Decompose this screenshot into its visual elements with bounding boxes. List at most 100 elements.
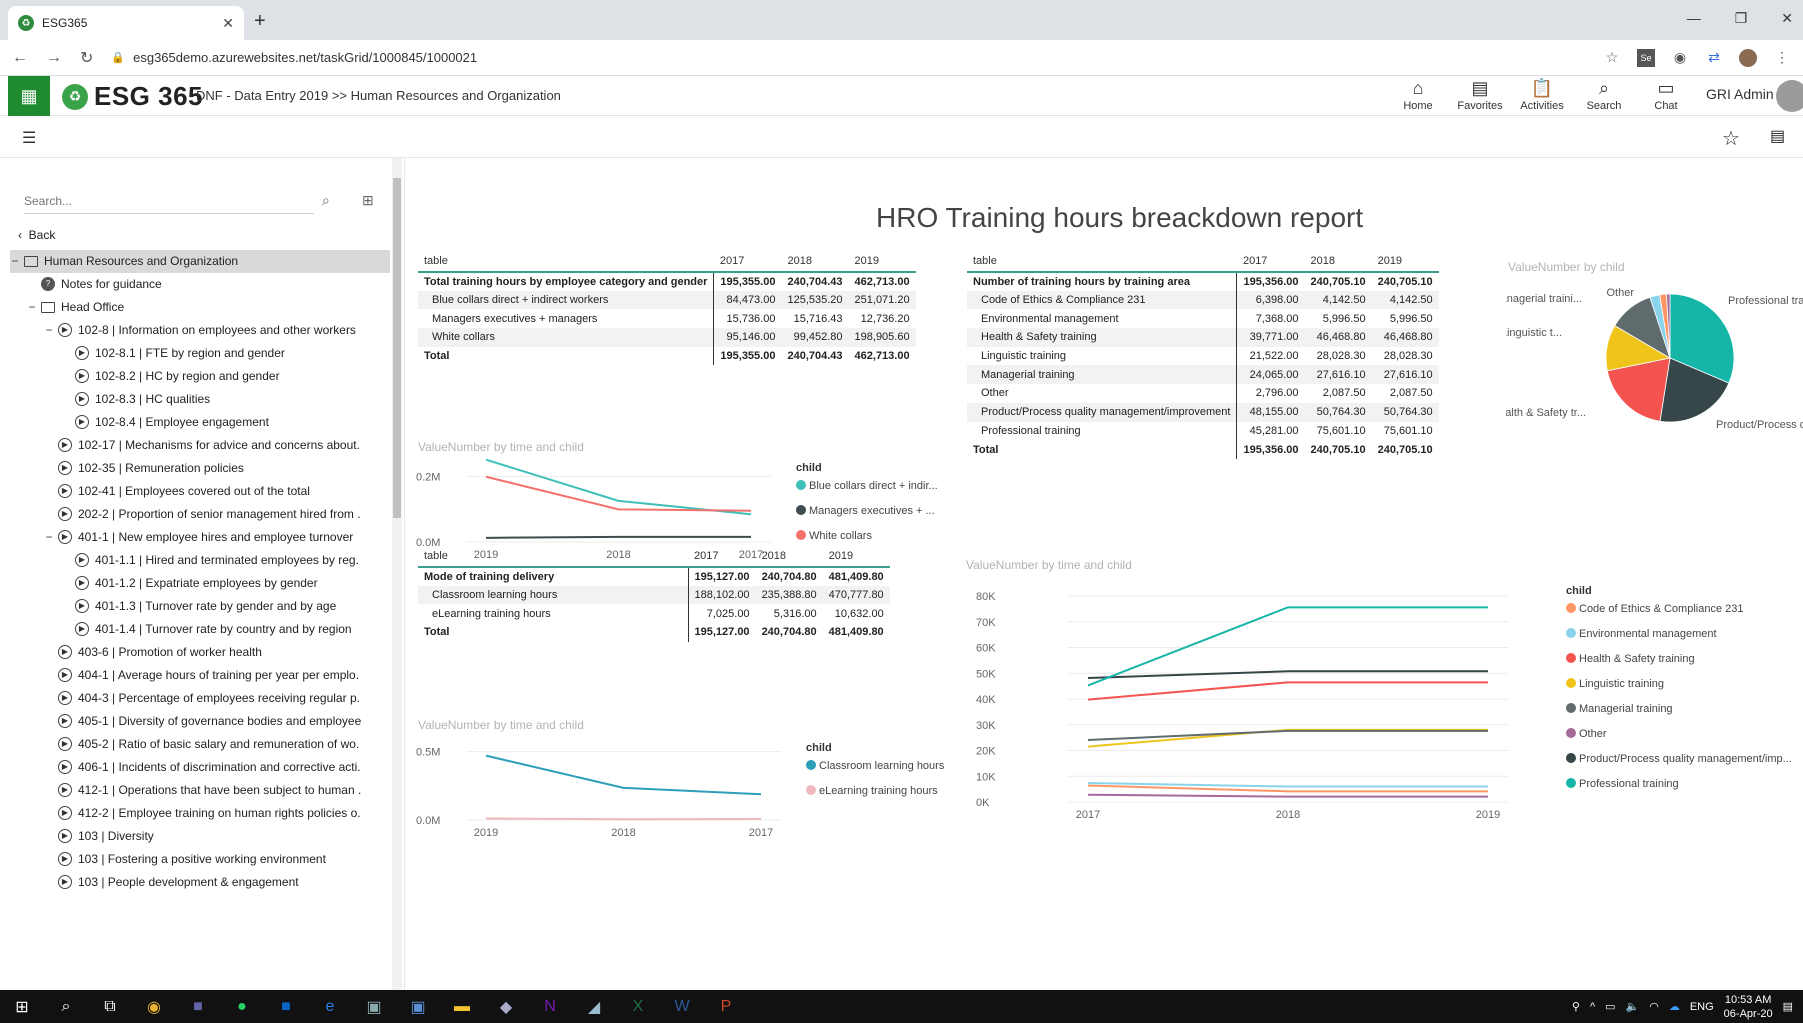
tree-item[interactable]: ▶ 405-2 | Ratio of basic salary and remun… xyxy=(10,733,390,756)
language-indicator[interactable]: ENG xyxy=(1690,1001,1714,1013)
restore-icon[interactable]: ❐ xyxy=(1735,10,1748,27)
user-name[interactable]: GRI Admin xyxy=(1706,86,1774,102)
back-arrow-icon[interactable]: ← xyxy=(12,49,28,67)
tree-item[interactable]: ? Notes for guidance xyxy=(10,273,390,296)
sidebar-scroll-thumb[interactable] xyxy=(393,178,401,518)
tree-item[interactable]: ▶ 412-1 | Operations that have been subje… xyxy=(10,779,390,802)
list-menu-icon[interactable]: ☰ xyxy=(22,128,36,148)
tree-item[interactable]: ▶ 102-8.1 | FTE by region and gender xyxy=(10,342,390,365)
teams-icon[interactable]: ■ xyxy=(176,990,220,1023)
tree-item[interactable]: ▶ 406-1 | Incidents of discrimination and… xyxy=(10,756,390,779)
tree-item[interactable]: ▶ 401-1.3 | Turnover rate by gender and b… xyxy=(10,595,390,618)
table-header[interactable]: 2019 xyxy=(1371,250,1439,273)
tree-item[interactable]: ▶ 405-1 | Diversity of governance bodies … xyxy=(10,710,390,733)
windows-start-icon[interactable]: ⊞ xyxy=(0,990,44,1023)
table-header[interactable]: 2018 xyxy=(781,250,849,273)
people-icon[interactable]: ⚲ xyxy=(1572,1000,1580,1013)
edge-icon[interactable]: e xyxy=(308,990,352,1023)
tree-expander-icon[interactable]: − xyxy=(44,526,54,549)
avatar[interactable] xyxy=(1776,80,1803,112)
onedrive-icon[interactable]: ☁ xyxy=(1669,1000,1680,1013)
tree-item[interactable]: ▶ 102-8.2 | HC by region and gender xyxy=(10,365,390,388)
chrome-icon[interactable]: ◉ xyxy=(132,990,176,1023)
task-view-icon[interactable]: ⧉ xyxy=(88,990,132,1023)
tree-folder[interactable]: − Head Office xyxy=(10,296,390,319)
search-icon[interactable]: ⌕ xyxy=(322,192,330,209)
logo[interactable]: ♻ ESG 365 xyxy=(62,81,203,112)
tree-item[interactable]: ▶ 401-1.2 | Expatriate employees by gende… xyxy=(10,572,390,595)
table-header[interactable]: 2017 xyxy=(1236,250,1305,273)
tree-expander-icon[interactable]: − xyxy=(10,250,20,273)
url-field[interactable]: 🔒 esg365demo.azurewebsites.net/taskGrid/… xyxy=(111,50,1585,65)
app-icon-3[interactable]: ◆ xyxy=(484,990,528,1023)
nav-favorites[interactable]: ▤ Favorites xyxy=(1456,78,1504,112)
wifi-icon[interactable]: ◠ xyxy=(1649,1000,1659,1013)
search-input[interactable] xyxy=(24,193,264,208)
tree-folder[interactable]: − Human Resources and Organization xyxy=(10,250,390,273)
close-window-icon[interactable]: ✕ xyxy=(1781,10,1793,27)
profile-avatar-icon[interactable] xyxy=(1739,48,1757,67)
tree-item[interactable]: ▶ 401-1.1 | Hired and terminated employee… xyxy=(10,549,390,572)
tree-item[interactable]: ▶ 202-2 | Proportion of senior management… xyxy=(10,503,390,526)
tree-item[interactable]: ▶ 403-6 | Promotion of worker health xyxy=(10,641,390,664)
tree-item[interactable]: ▶ 404-1 | Average hours of training per y… xyxy=(10,664,390,687)
nav-search[interactable]: ⌕ Search xyxy=(1580,78,1628,112)
minimize-icon[interactable]: — xyxy=(1687,10,1701,27)
windows-search-icon[interactable]: ⌕ xyxy=(44,990,88,1023)
app-launcher-icon[interactable]: ▦ xyxy=(8,76,50,116)
powerpoint-icon[interactable]: P xyxy=(704,990,748,1023)
table-header[interactable]: table xyxy=(967,250,1237,273)
onenote-icon[interactable]: N xyxy=(528,990,572,1023)
volume-icon[interactable]: 🔈 xyxy=(1626,1000,1640,1013)
nav-home[interactable]: ⌂ Home xyxy=(1394,78,1442,112)
outlook-icon[interactable]: ■ xyxy=(264,990,308,1023)
battery-icon[interactable]: ▭ xyxy=(1605,1000,1615,1013)
extension-se-icon[interactable]: Se xyxy=(1637,48,1655,67)
play-circle-icon: ▶ xyxy=(58,829,72,843)
table-header[interactable]: 2019 xyxy=(848,250,916,273)
table-header[interactable]: 2018 xyxy=(1304,250,1372,273)
tree-item[interactable]: ▶ 102-8.4 | Employee engagement xyxy=(10,411,390,434)
chrome-menu-icon[interactable]: ⋮ xyxy=(1773,49,1791,67)
table-header[interactable]: 2017 xyxy=(713,250,782,273)
reload-icon[interactable]: ↻ xyxy=(80,48,93,68)
tree-item[interactable]: ▶ 102-17 | Mechanisms for advice and conc… xyxy=(10,434,390,457)
tree-item[interactable]: − ▶ 102-8 | Information on employees and o… xyxy=(10,319,390,342)
bookmark-star-icon[interactable]: ☆ xyxy=(1603,49,1621,67)
tree-item[interactable]: ▶ 404-3 | Percentage of employees receivi… xyxy=(10,687,390,710)
tray-chevron-icon[interactable]: ^ xyxy=(1590,1001,1595,1013)
extension-translate-icon[interactable]: ⇄ xyxy=(1705,49,1723,67)
nav-chat[interactable]: ▭ Chat xyxy=(1642,78,1690,112)
tree-item[interactable]: ▶ 102-41 | Employees covered out of the t… xyxy=(10,480,390,503)
tree-expander-icon[interactable]: − xyxy=(44,319,54,342)
file-explorer-icon[interactable]: ▬ xyxy=(440,990,484,1023)
tree-item[interactable]: ▶ 102-8.3 | HC qualities xyxy=(10,388,390,411)
tree-expander-icon[interactable]: − xyxy=(27,296,37,319)
notifications-icon[interactable]: ▤ xyxy=(1783,1000,1793,1013)
tree-item[interactable]: ▶ 102-35 | Remuneration policies xyxy=(10,457,390,480)
browser-tab[interactable]: ♻ ESG365 ✕ xyxy=(8,6,244,40)
add-to-screen-icon[interactable]: ⊞ xyxy=(362,192,374,209)
tree-item[interactable]: ▶ 103 | Diversity xyxy=(10,825,390,848)
clock[interactable]: 10:53 AM 06-Apr-20 xyxy=(1724,993,1773,1021)
word-icon[interactable]: W xyxy=(660,990,704,1023)
table-header[interactable]: table xyxy=(418,250,714,273)
app-icon[interactable]: ▣ xyxy=(352,990,396,1023)
extension-circle-icon[interactable]: ◉ xyxy=(1671,49,1689,67)
whatsapp-icon[interactable]: ● xyxy=(220,990,264,1023)
tree-item[interactable]: − ▶ 401-1 | New employee hires and employe… xyxy=(10,526,390,549)
comments-icon[interactable]: ▤ xyxy=(1770,126,1785,146)
nav-activities[interactable]: 📋 Activities xyxy=(1518,78,1566,112)
tree-item[interactable]: ▶ 103 | People development & engagement xyxy=(10,871,390,894)
new-tab-icon[interactable]: + xyxy=(254,10,266,33)
close-tab-icon[interactable]: ✕ xyxy=(222,15,234,32)
tree-item[interactable]: ▶ 412-2 | Employee training on human righ… xyxy=(10,802,390,825)
app-icon-2[interactable]: ▣ xyxy=(396,990,440,1023)
back-link[interactable]: ‹ Back xyxy=(18,228,55,242)
app-icon-4[interactable]: ◢ xyxy=(572,990,616,1023)
forward-arrow-icon[interactable]: → xyxy=(46,49,62,67)
tree-item[interactable]: ▶ 401-1.4 | Turnover rate by country and … xyxy=(10,618,390,641)
excel-icon[interactable]: X xyxy=(616,990,660,1023)
favorite-star-icon[interactable]: ☆ xyxy=(1722,126,1740,151)
tree-item[interactable]: ▶ 103 | Fostering a positive working envi… xyxy=(10,848,390,871)
